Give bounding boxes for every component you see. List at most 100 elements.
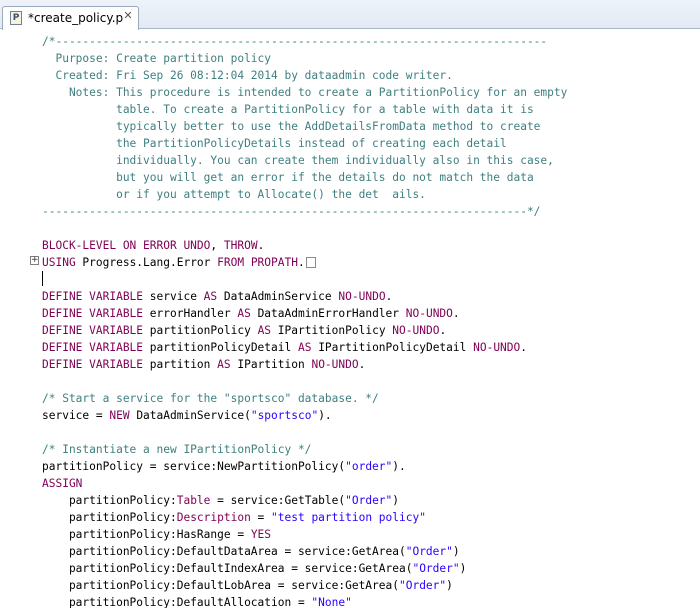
code-line[interactable]: DEFINE VARIABLE errorHandler AS DataAdmi… bbox=[42, 305, 700, 322]
code-line[interactable]: table. To create a PartitionPolicy for a… bbox=[42, 101, 700, 118]
code-token-string: "Order" bbox=[345, 494, 393, 507]
code-line[interactable]: Created: Fri Sep 26 08:12:04 2014 by dat… bbox=[42, 67, 700, 84]
code-line[interactable]: Purpose: Create partition policy bbox=[42, 50, 700, 67]
code-token-plain: partitionPolicy:DefaultLobArea = service… bbox=[42, 579, 399, 592]
code-line[interactable]: the PartitionPolicyDetails instead of cr… bbox=[42, 135, 700, 152]
folded-code-marker[interactable] bbox=[305, 257, 316, 268]
code-line[interactable]: partitionPolicy:DefaultAllocation = "Non… bbox=[42, 594, 700, 608]
code-line[interactable]: /* Start a service for the "sportsco" da… bbox=[42, 390, 700, 407]
code-token-string: "None" bbox=[311, 596, 352, 608]
code-line[interactable]: partitionPolicy:Table = service:GetTable… bbox=[42, 492, 700, 509]
code-token-comment: but you will get an error if the details… bbox=[42, 171, 534, 184]
editor-tab-bar: P *create_policy.p ✕ bbox=[0, 0, 700, 30]
code-token-comment: /* Start a service for the "sportsco" da… bbox=[42, 392, 379, 405]
code-token-string: "Order" bbox=[405, 545, 453, 558]
code-token-keyword: NO-UNDO bbox=[392, 324, 440, 337]
code-token-keyword: AS bbox=[297, 341, 319, 354]
code-token-plain: partitionPolicy: bbox=[42, 494, 177, 507]
code-line[interactable]: /*--------------------------------------… bbox=[42, 33, 700, 50]
code-area[interactable]: /*--------------------------------------… bbox=[42, 33, 700, 608]
code-token-keyword: NEW bbox=[109, 409, 137, 422]
code-token-plain: . bbox=[358, 358, 366, 371]
code-token-plain: DataAdminService bbox=[223, 290, 339, 303]
code-token-keyword: NO-UNDO bbox=[338, 290, 386, 303]
code-token-comment: table. To create a PartitionPolicy for a… bbox=[42, 103, 534, 116]
code-token-keyword: NO-UNDO bbox=[405, 307, 453, 320]
code-token-plain: . bbox=[385, 290, 393, 303]
code-token-plain: , bbox=[210, 239, 224, 252]
code-token-string: "order" bbox=[345, 460, 393, 473]
code-token-comment: Purpose: Create partition policy bbox=[42, 52, 272, 65]
code-token-plain: partitionPolicy bbox=[149, 324, 258, 337]
code-token-comment: or if you attempt to Allocate() the det … bbox=[42, 188, 426, 201]
close-icon[interactable]: ✕ bbox=[122, 10, 134, 22]
expand-fold-icon[interactable]: + bbox=[30, 256, 39, 265]
code-line[interactable]: ----------------------------------------… bbox=[42, 203, 700, 220]
code-token-keyword: DEFINE VARIABLE bbox=[42, 290, 150, 303]
code-token-keyword: AS bbox=[257, 324, 278, 337]
code-token-plain: ) bbox=[446, 579, 453, 592]
code-line[interactable]: individually. You can create them indivi… bbox=[42, 152, 700, 169]
tab-title: *create_policy.p bbox=[28, 11, 124, 25]
code-token-plain: Progress.Lang.Error bbox=[82, 256, 218, 269]
code-token-comment: Created: Fri Sep 26 08:12:04 2014 by dat… bbox=[42, 69, 453, 82]
code-token-keyword: DEFINE VARIABLE bbox=[42, 307, 150, 320]
code-line[interactable]: DEFINE VARIABLE partitionPolicyDetail AS… bbox=[42, 339, 700, 356]
code-line[interactable]: ASSIGN bbox=[42, 475, 700, 492]
code-token-string: "sportsco" bbox=[250, 409, 319, 422]
code-token-keyword: BLOCK-LEVEL ON ERROR UNDO bbox=[42, 239, 211, 252]
code-editor[interactable]: + /*------------------------------------… bbox=[0, 30, 700, 608]
code-line[interactable]: BLOCK-LEVEL ON ERROR UNDO, THROW. bbox=[42, 237, 700, 254]
code-token-keyword: NO-UNDO bbox=[473, 341, 521, 354]
code-token-keyword: NO-UNDO bbox=[311, 358, 359, 371]
code-token-plain: IPartitionPolicyDetail bbox=[318, 341, 474, 354]
code-line[interactable] bbox=[42, 373, 700, 390]
code-line[interactable]: partitionPolicy:Description = "test part… bbox=[42, 509, 700, 526]
code-token-plain: partitionPolicy:DefaultAllocation = bbox=[42, 596, 312, 608]
code-token-comment: ----------------------------------------… bbox=[42, 205, 541, 218]
code-token-plain: DataAdminErrorHandler bbox=[257, 307, 406, 320]
code-line[interactable]: partitionPolicy:DefaultIndexArea = servi… bbox=[42, 560, 700, 577]
code-token-plain: = service:GetTable( bbox=[210, 494, 346, 507]
code-token-comment: /*--------------------------------------… bbox=[42, 35, 548, 48]
code-token-plain: partitionPolicy = service:NewPartitionPo… bbox=[42, 460, 346, 473]
code-token-keyword: FROM PROPATH bbox=[217, 256, 298, 269]
text-cursor bbox=[42, 271, 43, 286]
code-line[interactable]: USING Progress.Lang.Error FROM PROPATH. bbox=[42, 254, 700, 271]
code-token-plain: partition bbox=[149, 358, 218, 371]
code-line[interactable]: typically better to use the AddDetailsFr… bbox=[42, 118, 700, 135]
code-line[interactable]: service = NEW DataAdminService("sportsco… bbox=[42, 407, 700, 424]
code-line[interactable] bbox=[42, 220, 700, 237]
code-token-plain: . bbox=[297, 256, 305, 269]
code-line[interactable]: DEFINE VARIABLE partition AS IPartition … bbox=[42, 356, 700, 373]
code-line[interactable] bbox=[42, 271, 700, 288]
code-line[interactable]: /* Instantiate a new IPartitionPolicy */ bbox=[42, 441, 700, 458]
code-token-keyword: THROW bbox=[223, 239, 258, 252]
code-token-plain: ) bbox=[392, 494, 400, 507]
code-token-keyword: DEFINE VARIABLE bbox=[42, 358, 150, 371]
code-line[interactable]: DEFINE VARIABLE partitionPolicy AS IPart… bbox=[42, 322, 700, 339]
code-token-comment: /* Instantiate a new IPartitionPolicy */ bbox=[42, 443, 312, 456]
code-line[interactable]: DEFINE VARIABLE service AS DataAdminServ… bbox=[42, 288, 700, 305]
code-line[interactable]: but you will get an error if the details… bbox=[42, 169, 700, 186]
code-token-keyword: Description bbox=[176, 511, 251, 524]
tab-create-policy[interactable]: P *create_policy.p ✕ bbox=[2, 6, 139, 30]
code-token-plain: . bbox=[257, 239, 265, 252]
code-line[interactable]: partitionPolicy = service:NewPartitionPo… bbox=[42, 458, 700, 475]
code-token-plain: partitionPolicy:DefaultIndexArea = servi… bbox=[42, 562, 413, 575]
code-line[interactable]: or if you attempt to Allocate() the det … bbox=[42, 186, 700, 203]
code-token-plain: DataAdminService( bbox=[136, 409, 251, 422]
code-token-plain: . bbox=[452, 307, 460, 320]
code-line[interactable]: partitionPolicy:HasRange = YES bbox=[42, 526, 700, 543]
code-token-plain: errorHandler bbox=[149, 307, 238, 320]
code-line[interactable] bbox=[42, 424, 700, 441]
code-token-keyword: DEFINE VARIABLE bbox=[42, 341, 150, 354]
code-token-keyword: AS bbox=[217, 358, 238, 371]
code-token-plain: service bbox=[149, 290, 204, 303]
code-line[interactable]: Notes: This procedure is intended to cre… bbox=[42, 84, 700, 101]
code-line[interactable]: partitionPolicy:DefaultLobArea = service… bbox=[42, 577, 700, 594]
code-line[interactable]: partitionPolicy:DefaultDataArea = servic… bbox=[42, 543, 700, 560]
code-token-plain: ). bbox=[392, 460, 406, 473]
code-token-string: "Order" bbox=[412, 562, 460, 575]
code-token-string: "test partition policy" bbox=[271, 511, 426, 524]
